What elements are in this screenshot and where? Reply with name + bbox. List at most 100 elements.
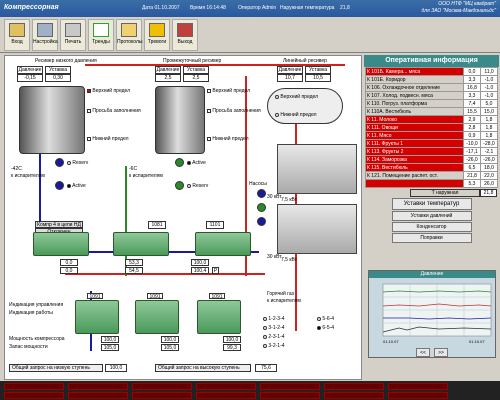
- compressor-bottom-2[interactable]: [135, 300, 179, 334]
- ops-row-setpoint: 1,8: [480, 123, 498, 132]
- ops-row-setpoint: 11,0: [480, 67, 498, 76]
- compressor-top-3[interactable]: [195, 232, 251, 256]
- pump-mid-top[interactable]: [175, 158, 184, 167]
- alarms-button[interactable]: Тревоги: [144, 19, 170, 51]
- corrections-button[interactable]: Поправки: [391, 233, 472, 243]
- lower-indicator: [87, 136, 91, 141]
- receiver-low-tank: [19, 86, 85, 154]
- ops-row-value: 3,3: [463, 91, 481, 100]
- receiver-low-pressure: -0,15: [17, 74, 43, 82]
- alarm-slot[interactable]: [68, 392, 128, 399]
- legend-control: Индикация управления: [9, 302, 64, 308]
- compressor-bottom-1[interactable]: [75, 300, 119, 334]
- alarm-slot[interactable]: [260, 392, 320, 399]
- seq-3[interactable]: 2-3-1-4: [263, 334, 285, 340]
- protocols-button[interactable]: Протоколы: [116, 19, 143, 51]
- alarm-slot[interactable]: [132, 392, 192, 399]
- exit-label: Выход: [177, 39, 193, 45]
- pump-right-1[interactable]: [257, 189, 266, 198]
- pressure-trend: Давление 01.10.07 01.10.07 << >>: [368, 270, 496, 358]
- pump-mid-reserv: Reserv: [187, 183, 208, 189]
- seq-label: 5-6-4: [322, 316, 335, 322]
- alarm-slot[interactable]: [324, 383, 384, 390]
- alarm-slot[interactable]: [388, 392, 448, 399]
- trend-nav: << >>: [369, 348, 495, 357]
- pump-right-2[interactable]: [257, 203, 266, 212]
- reserv-radio[interactable]: [187, 183, 191, 188]
- compressor-top-1[interactable]: [33, 232, 89, 256]
- seq-label: 6-5-4: [322, 325, 335, 331]
- seq-radio[interactable]: [263, 316, 267, 321]
- temp-setpoints-button[interactable]: Уставки температур: [391, 198, 472, 210]
- seq-radio[interactable]: [317, 316, 321, 321]
- pumps-label: Насосы: [249, 181, 267, 187]
- active-radio[interactable]: [67, 183, 71, 188]
- alarm-slot[interactable]: [388, 383, 448, 390]
- ops-row: К 111. Фрукты 1 -10,0 -28,0: [365, 139, 498, 148]
- receiver-low-h1: Давление: [17, 66, 43, 74]
- ops-row-value: 7,4: [463, 99, 481, 108]
- ops-row-name: К 113. Фрукты 2: [365, 147, 464, 156]
- ops-row-setpoint: 5,0: [480, 99, 498, 108]
- print-button[interactable]: Печать: [60, 19, 86, 51]
- exit-button[interactable]: Выход: [172, 19, 198, 51]
- condenser-1: [277, 144, 357, 194]
- alarm-slot[interactable]: [324, 392, 384, 399]
- seq-5[interactable]: 5-6-4: [317, 316, 334, 322]
- ops-row: К 121. Помещение распет. ост. 21,8 22,0: [365, 171, 498, 180]
- alarm-slot[interactable]: [68, 383, 128, 390]
- temp-mid-label: -6C: [129, 166, 138, 172]
- protocols-label: Протоколы: [117, 39, 143, 45]
- seq-label: 3-2-1-4: [268, 343, 285, 349]
- compressor-top-2[interactable]: [113, 232, 169, 256]
- trends-button[interactable]: Тренды: [88, 19, 114, 51]
- pump-left-bottom[interactable]: [55, 181, 64, 190]
- lower-indicator: [207, 136, 211, 141]
- comp-bottom-1-a: 100,0: [101, 336, 119, 343]
- pressure-setpoints-button[interactable]: Уставки давлений: [391, 211, 472, 221]
- active-radio[interactable]: [187, 160, 191, 165]
- alarm-slot[interactable]: [196, 383, 256, 390]
- receiver-mid-upper: Верхний предел: [207, 88, 250, 94]
- seq-4[interactable]: 3-2-1-4: [263, 343, 285, 349]
- ops-row-value: -26,0: [463, 155, 481, 164]
- receiver-mid-pressure: 2,5: [155, 74, 181, 82]
- settings-button[interactable]: Настройка: [32, 19, 58, 51]
- alarm-slot[interactable]: [196, 392, 256, 399]
- pump-mid-bottom[interactable]: [175, 181, 184, 190]
- seq-radio[interactable]: [263, 334, 267, 339]
- ops-row: К 107. Холод. подвесн. мяса 3,3 -1,0: [365, 91, 498, 100]
- login-button[interactable]: Вход: [4, 19, 30, 51]
- ops-row-setpoint: -1,0: [480, 83, 498, 92]
- alarm-slot[interactable]: [4, 383, 64, 390]
- alarm-slot[interactable]: [260, 383, 320, 390]
- ops-row-name: К 11. Мясо: [365, 131, 464, 140]
- ops-row-value: 0,0: [463, 67, 481, 76]
- reserv-radio[interactable]: [67, 160, 71, 165]
- valve-2[interactable]: [169, 212, 176, 217]
- company-line-1: ООО НТФ "МЦ квадрат": [438, 1, 496, 7]
- compressor-bottom-3[interactable]: [197, 300, 241, 334]
- seq-6[interactable]: 6-5-4: [317, 325, 334, 331]
- seq-radio[interactable]: [317, 325, 321, 330]
- ops-row-name: К 111. Овощи: [365, 123, 464, 132]
- comp-id-bottom-3: 1091: [209, 293, 225, 300]
- operator-label: Оператор Admin: [238, 5, 277, 11]
- pump-left-top[interactable]: [55, 158, 64, 167]
- seq-radio[interactable]: [263, 343, 267, 348]
- ops-row: К 106. Охлаждочное отделение 16,8 -1,0: [365, 83, 498, 92]
- trend-next-button[interactable]: >>: [434, 348, 448, 357]
- alarm-slot[interactable]: [132, 383, 192, 390]
- pump-left-active: Active: [67, 183, 86, 189]
- condenser-button[interactable]: Конденсатор: [391, 222, 472, 232]
- comp-id-top-1: 1081: [148, 221, 166, 229]
- trend-prev-button[interactable]: <<: [416, 348, 430, 357]
- valve-1[interactable]: [89, 212, 96, 217]
- pump-right-3[interactable]: [257, 217, 266, 226]
- key-icon: [9, 23, 25, 37]
- legend-reserve: Запас мощности: [9, 344, 48, 350]
- alarm-slot[interactable]: [4, 392, 64, 399]
- seq-1[interactable]: 1-2-3-4: [263, 316, 285, 322]
- seq-radio[interactable]: [263, 325, 267, 330]
- seq-2[interactable]: 3-1-2-4: [263, 325, 285, 331]
